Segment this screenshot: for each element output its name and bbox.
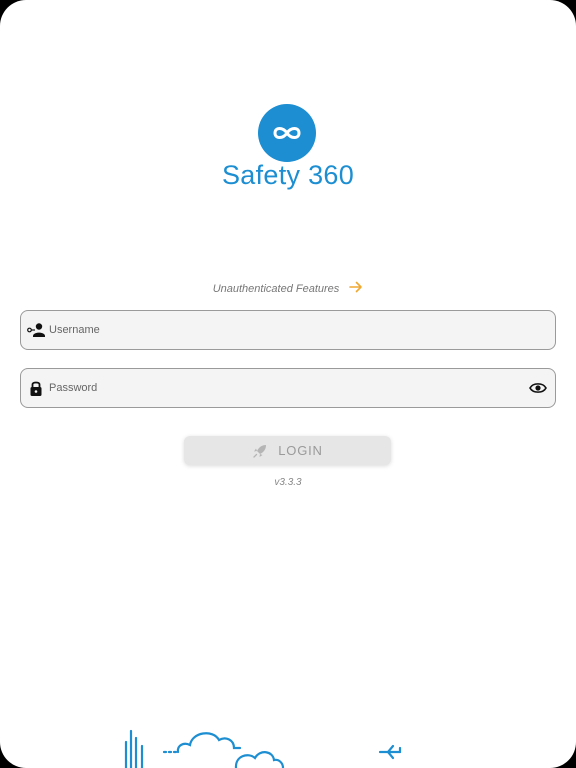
- login-button[interactable]: LOGIN: [184, 436, 391, 465]
- unauthenticated-features-label: Unauthenticated Features: [212, 282, 340, 295]
- unauthenticated-features-link[interactable]: Unauthenticated Features: [0, 281, 576, 296]
- username-input[interactable]: [49, 311, 519, 349]
- username-field[interactable]: [20, 310, 556, 350]
- lock-icon: [27, 379, 45, 397]
- password-input[interactable]: [49, 369, 519, 407]
- rocket-icon: [252, 443, 268, 459]
- password-field[interactable]: [20, 368, 556, 408]
- app-name: Safety 360: [221, 160, 355, 190]
- login-label: LOGIN: [278, 443, 323, 458]
- app-logo: [258, 104, 316, 162]
- user-key-icon: [27, 321, 45, 339]
- app-version: v3.3.3: [274, 477, 302, 488]
- login-screen: Safety 360 Unauthenticated Features User…: [0, 0, 576, 768]
- arrow-right-icon: [349, 281, 363, 296]
- eye-icon[interactable]: [529, 379, 547, 397]
- infinity-icon: [273, 127, 301, 139]
- skyline-clouds-plane-illustration: [124, 729, 402, 768]
